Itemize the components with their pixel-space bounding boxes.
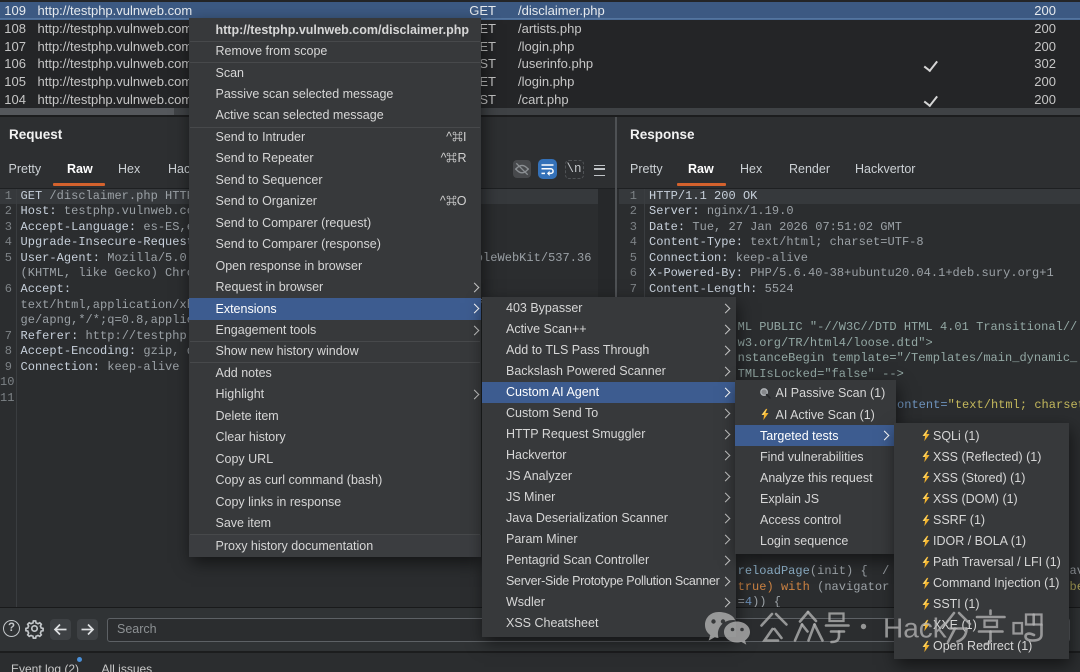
svg-text:Hack: Hack: [883, 612, 948, 643]
